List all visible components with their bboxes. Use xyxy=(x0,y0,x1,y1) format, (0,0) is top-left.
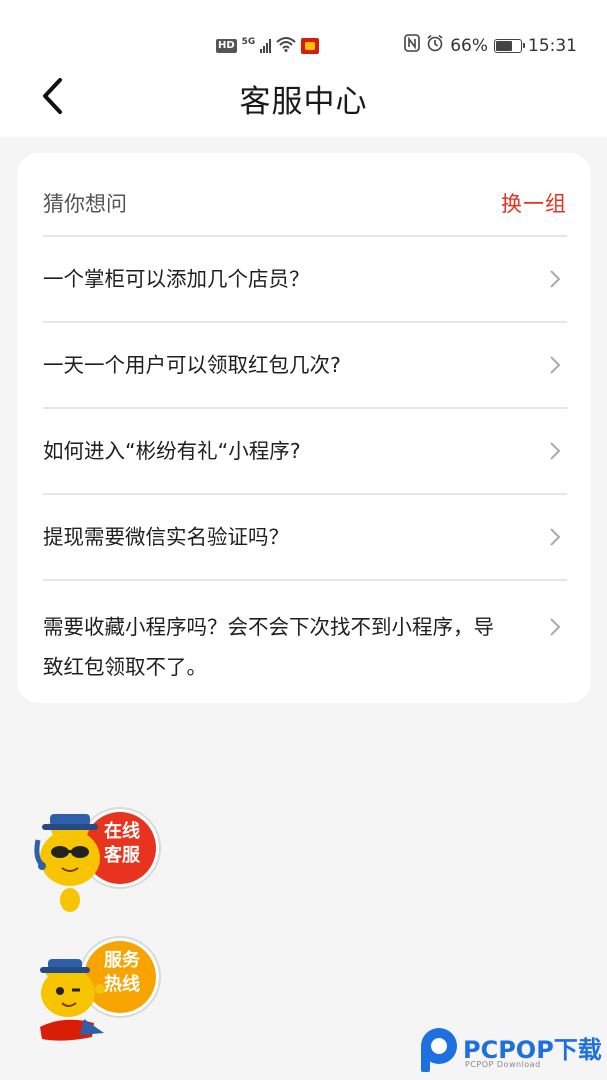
faq-card-header: 猜你想问 换一组 xyxy=(43,171,567,235)
refresh-button[interactable]: 换一组 xyxy=(501,188,567,218)
chevron-right-icon xyxy=(545,353,565,377)
nfc-icon xyxy=(404,34,421,57)
pcpop-logo-icon xyxy=(421,1028,457,1072)
watermark-sub: PCPOP Download xyxy=(465,1060,541,1069)
chevron-right-icon xyxy=(545,439,565,463)
wifi-icon xyxy=(276,36,296,56)
alarm-icon xyxy=(426,34,444,57)
online-service-button[interactable]: 在线 客服 xyxy=(34,800,164,912)
faq-card: 猜你想问 换一组 一个掌柜可以添加几个店员？ 一天一个用户可以领取红包几次? 如… xyxy=(17,153,591,703)
service-hotline-button[interactable]: 服务 热线 xyxy=(34,935,164,1047)
hotline-label: 服务 热线 xyxy=(97,949,147,997)
label-line: 客服 xyxy=(104,845,140,866)
chevron-right-icon xyxy=(545,615,565,639)
nav-bar: 客服中心 xyxy=(0,64,607,130)
online-service-label: 在线 客服 xyxy=(97,820,147,868)
hd-icon: HD xyxy=(216,39,237,53)
question-text: 提现需要微信实名验证吗？ xyxy=(43,525,289,549)
question-text: 一个掌柜可以添加几个店员？ xyxy=(43,267,310,291)
label-line: 服务 xyxy=(104,950,140,971)
page-title: 客服中心 xyxy=(239,84,368,120)
top-bar: HD 5G 66% 15:31 客服中心 xyxy=(0,0,607,137)
app-notification-icon xyxy=(301,38,320,54)
clock: 15:31 xyxy=(528,35,577,56)
battery-percent: 66% xyxy=(450,35,488,56)
question-item[interactable]: 如何进入“彬纷有礼“小程序? xyxy=(43,407,567,493)
chevron-right-icon xyxy=(545,267,565,291)
signal-icon xyxy=(260,39,272,53)
question-item[interactable]: 需要收藏小程序吗？会不会下次找不到小程序，导致红包领取不了。 xyxy=(43,579,567,701)
question-item[interactable]: 提现需要微信实名验证吗？ xyxy=(43,493,567,579)
question-text: 需要收藏小程序吗？会不会下次找不到小程序，导致红包领取不了。 xyxy=(43,615,494,679)
section-title: 猜你想问 xyxy=(43,192,127,216)
status-left: HD 5G xyxy=(216,36,320,56)
watermark: PCPOP下载 PCPOP Download xyxy=(417,1022,607,1080)
question-item[interactable]: 一天一个用户可以领取红包几次? xyxy=(43,321,567,407)
question-text: 一天一个用户可以领取红包几次? xyxy=(43,353,341,377)
question-list: 一个掌柜可以添加几个店员？ 一天一个用户可以领取红包几次? 如何进入“彬纷有礼“… xyxy=(43,235,567,701)
network-type: 5G xyxy=(241,36,256,47)
status-bar: HD 5G 66% 15:31 xyxy=(0,28,607,64)
question-item[interactable]: 一个掌柜可以添加几个店员？ xyxy=(43,235,567,321)
status-right: 66% 15:31 xyxy=(404,34,577,57)
question-text: 如何进入“彬纷有礼“小程序? xyxy=(43,439,301,463)
label-line: 热线 xyxy=(104,974,140,995)
label-line: 在线 xyxy=(104,821,140,842)
battery-icon xyxy=(494,38,525,53)
chevron-right-icon xyxy=(545,525,565,549)
